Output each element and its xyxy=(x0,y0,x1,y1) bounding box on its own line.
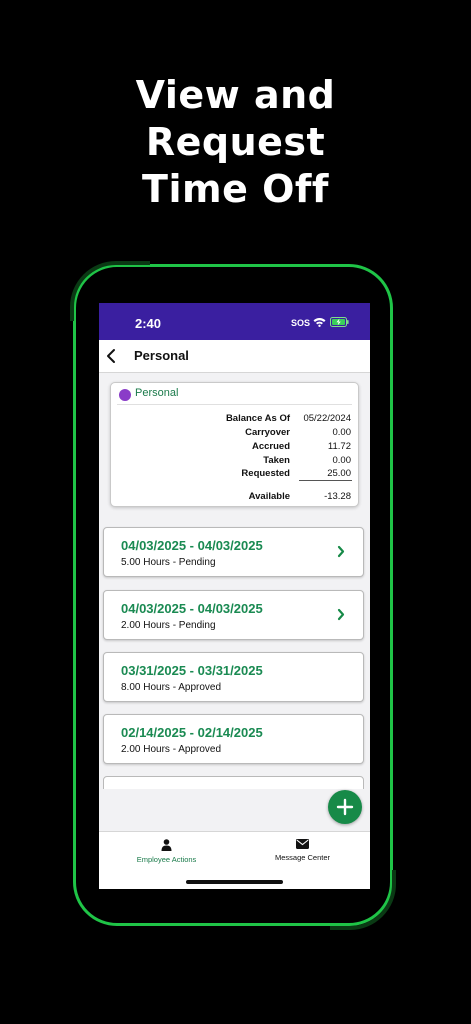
time-off-request-card[interactable]: 04/03/2025 - 04/03/2025 5.00 Hours - Pen… xyxy=(103,527,364,577)
tab-label: Employee Actions xyxy=(136,855,197,864)
promo-line-2: Request xyxy=(145,120,326,164)
chevron-left-icon[interactable] xyxy=(105,348,117,364)
balance-row-available: Available -13.28 xyxy=(111,491,358,505)
balance-value: 0.00 xyxy=(332,427,352,438)
chevron-right-icon[interactable] xyxy=(337,545,345,558)
tab-message-center[interactable]: Message Center xyxy=(235,832,370,872)
balance-label: Taken xyxy=(263,455,290,466)
request-dates: 04/03/2025 - 04/03/2025 xyxy=(121,538,263,553)
balance-label: Carryover xyxy=(245,427,290,438)
status-time: 2:40 xyxy=(135,316,162,331)
balance-card: Personal Balance As Of 05/22/2024 Carryo… xyxy=(110,382,359,507)
add-request-button[interactable] xyxy=(328,790,362,824)
plan-name: Personal xyxy=(135,387,179,399)
balance-value: 05/22/2024 xyxy=(303,413,351,424)
balance-row: Balance As Of 05/22/2024 xyxy=(111,413,358,427)
balance-row: Taken 0.00 xyxy=(111,455,358,469)
home-indicator[interactable] xyxy=(186,880,283,884)
status-bar: 2:40 SOS xyxy=(99,303,370,340)
promo-headline: View and Request Time Off xyxy=(0,72,471,213)
request-dates: 04/03/2025 - 04/03/2025 xyxy=(121,601,263,616)
balance-label: Accrued xyxy=(251,441,290,452)
status-sos: SOS xyxy=(291,318,311,328)
time-off-request-card[interactable]: 04/03/2025 - 04/03/2025 2.00 Hours - Pen… xyxy=(103,590,364,640)
request-dates: 03/31/2025 - 03/31/2025 xyxy=(121,663,263,678)
balance-value: 25.00 xyxy=(327,468,351,479)
plus-icon xyxy=(336,798,354,816)
time-off-request-card[interactable]: 03/31/2025 - 03/31/2025 8.00 Hours - App… xyxy=(103,652,364,702)
phone-screen: 2:40 SOS Personal Personal Balance As Of… xyxy=(99,303,370,889)
request-detail: 8.00 Hours - Approved xyxy=(121,682,222,693)
tab-label: Message Center xyxy=(274,853,331,862)
request-detail: 5.00 Hours - Pending xyxy=(121,557,216,568)
nav-bar: Personal xyxy=(99,340,370,373)
wifi-icon xyxy=(313,318,326,327)
promo-line-3: Time Off xyxy=(142,167,329,211)
request-detail: 2.00 Hours - Pending xyxy=(121,620,216,631)
tab-employee-actions[interactable]: Employee Actions xyxy=(99,832,234,872)
time-off-request-card[interactable]: 02/14/2025 - 02/14/2025 2.00 Hours - App… xyxy=(103,714,364,764)
balance-value: 0.00 xyxy=(332,455,352,466)
envelope-icon xyxy=(296,839,309,849)
request-detail: 2.00 Hours - Approved xyxy=(121,744,222,755)
sum-rule xyxy=(299,480,352,481)
promo-line-1: View and xyxy=(135,73,336,117)
balance-label: Balance As Of xyxy=(225,413,290,424)
balance-value: 11.72 xyxy=(327,441,351,452)
balance-value: -13.28 xyxy=(324,491,351,502)
balance-row: Accrued 11.72 xyxy=(111,441,358,455)
plan-color-dot xyxy=(119,389,131,401)
balance-label: Requested xyxy=(241,468,290,479)
request-dates: 02/14/2025 - 02/14/2025 xyxy=(121,725,263,740)
balance-row: Carryover 0.00 xyxy=(111,427,358,441)
person-icon xyxy=(161,839,172,851)
chevron-right-icon[interactable] xyxy=(337,608,345,621)
page-title: Personal xyxy=(134,348,189,363)
balance-label: Available xyxy=(248,491,290,502)
battery-charging-icon xyxy=(330,317,349,327)
divider xyxy=(117,404,352,405)
